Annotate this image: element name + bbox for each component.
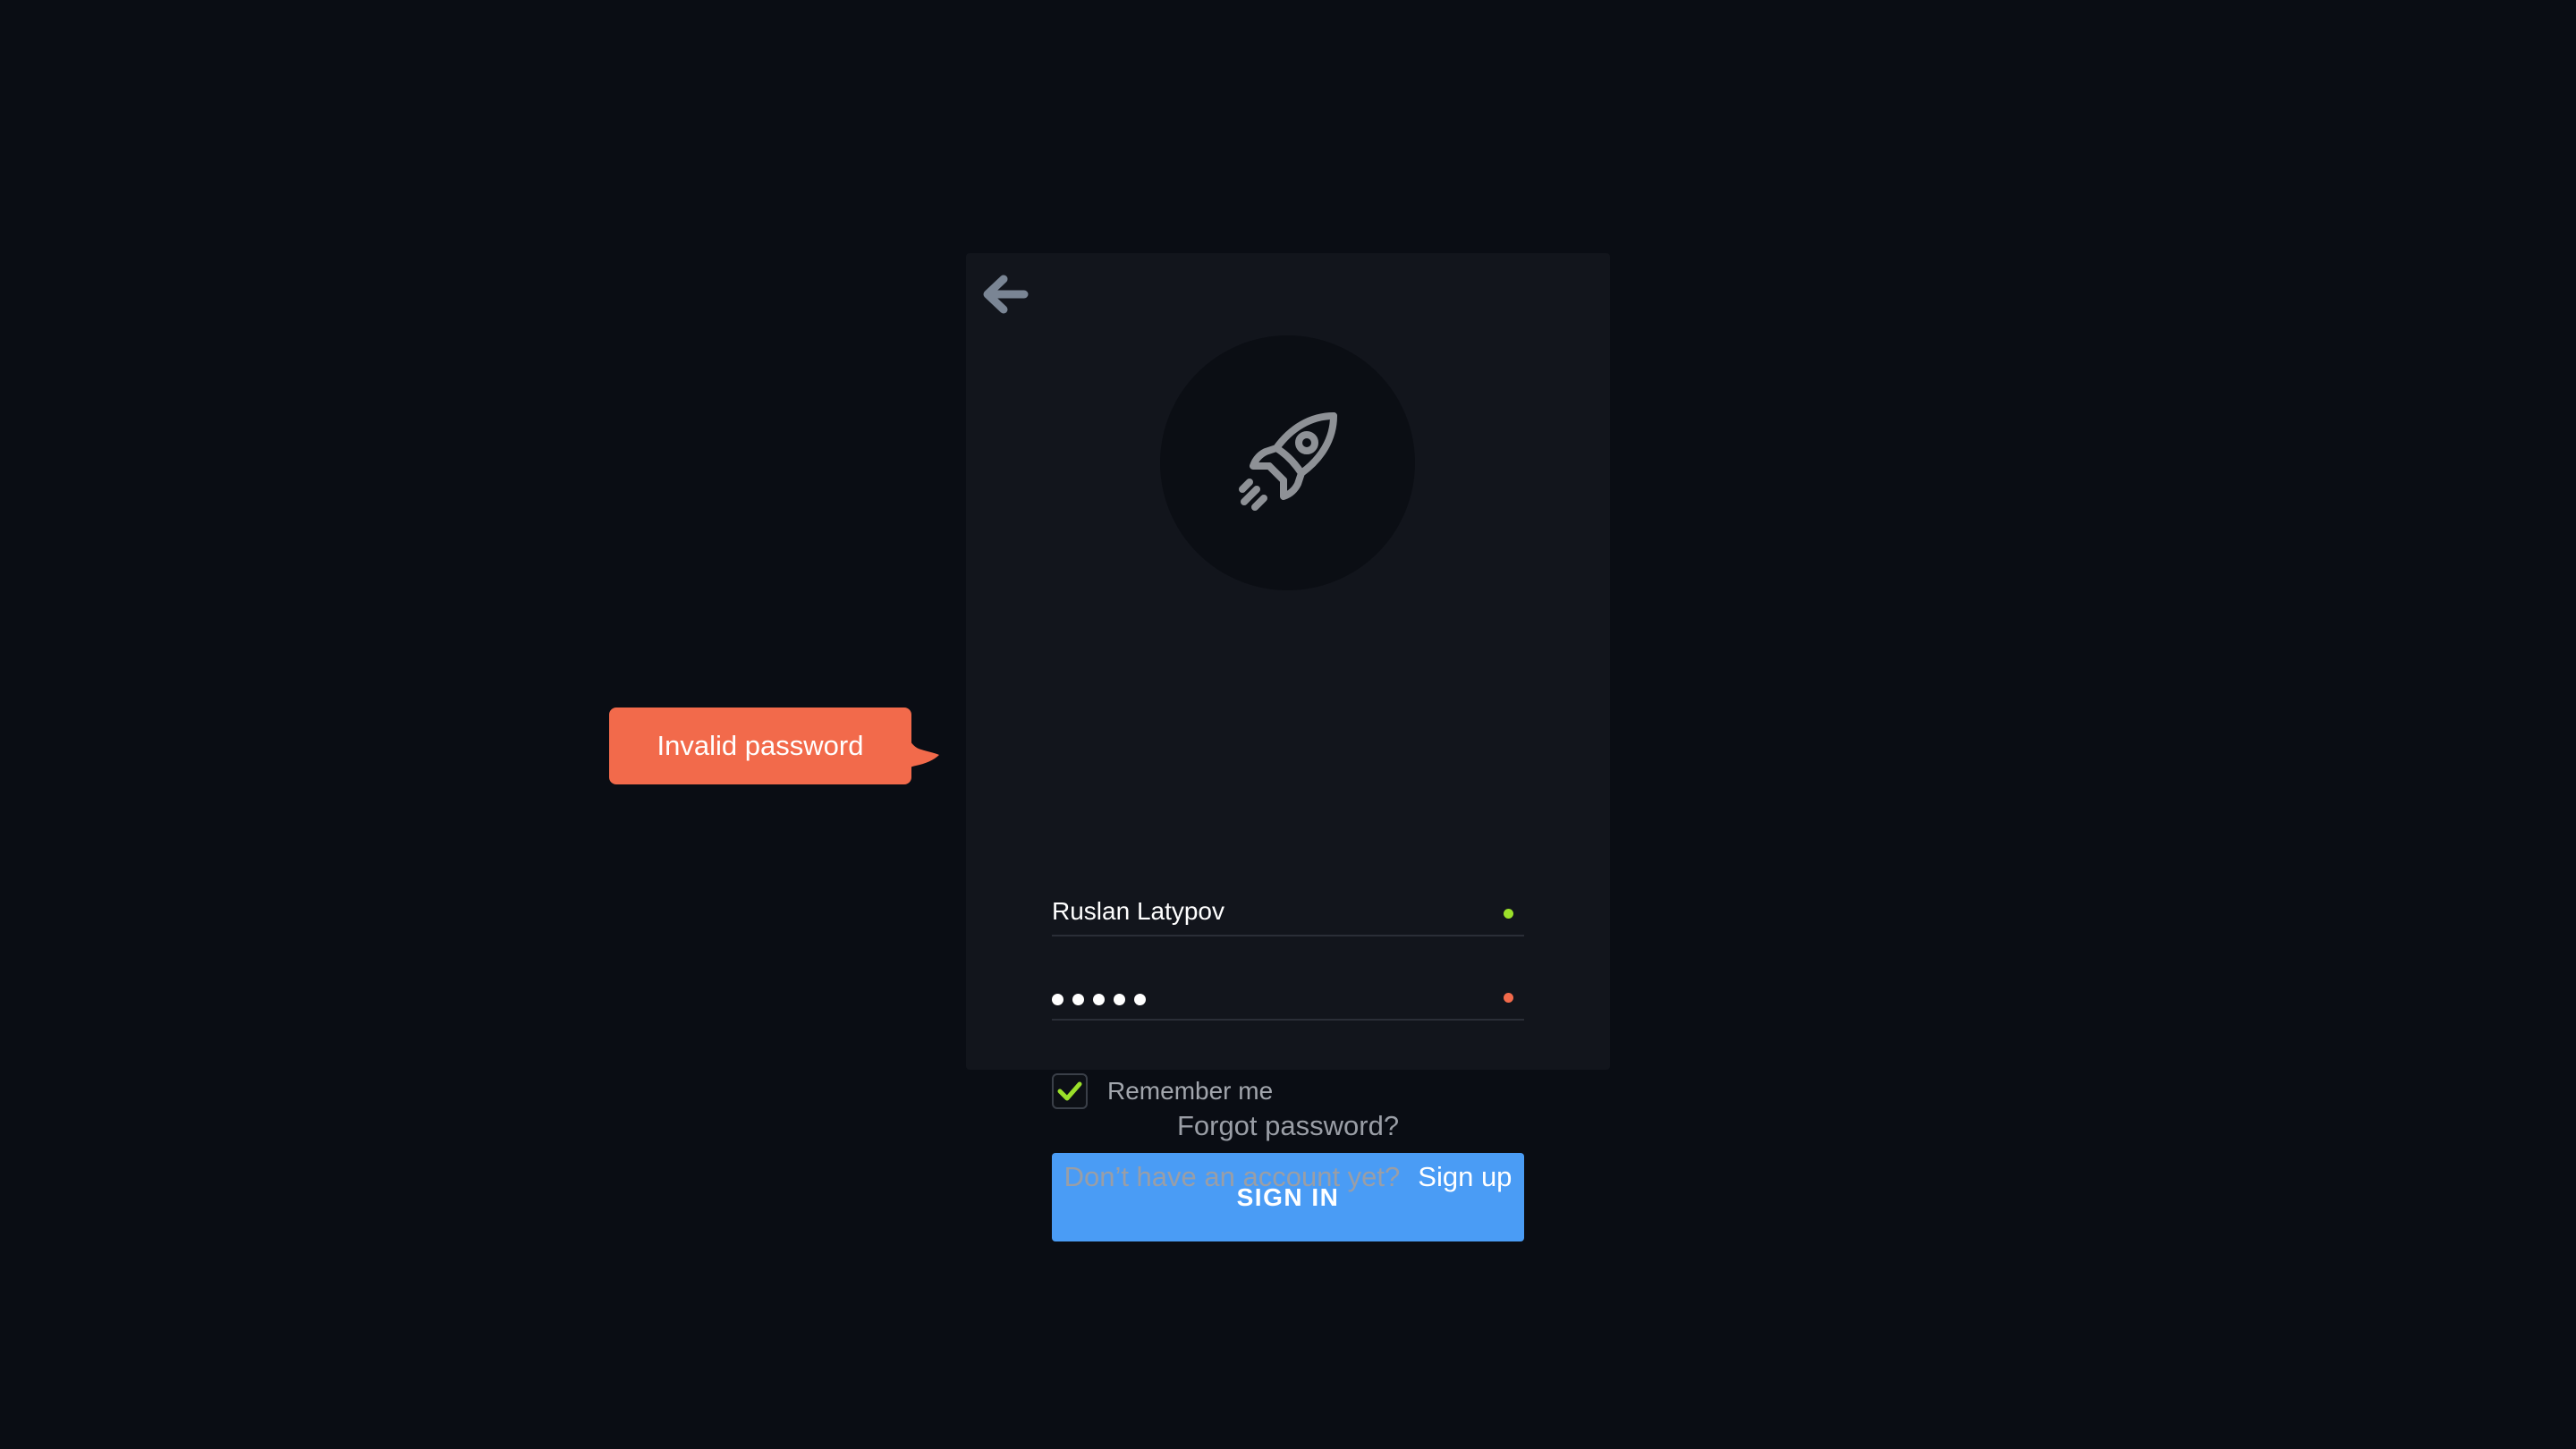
back-button[interactable] <box>979 267 1032 321</box>
checkbox-box[interactable] <box>1052 1073 1088 1109</box>
password-dot <box>1114 994 1125 1005</box>
error-tooltip-text: Invalid password <box>657 730 864 761</box>
password-dot <box>1072 994 1084 1005</box>
password-dot <box>1052 994 1063 1005</box>
password-status-dot <box>1504 993 1513 1003</box>
error-tooltip: Invalid password <box>609 708 911 784</box>
remember-me-checkbox[interactable]: Remember me <box>1052 1073 1273 1109</box>
checkmark-icon <box>1057 1081 1082 1101</box>
login-page: Ruslan Latypov Remember me SIGN IN Inval… <box>0 0 2576 1449</box>
username-status-dot <box>1504 909 1513 919</box>
password-dot <box>1093 994 1105 1005</box>
arrow-left-icon <box>983 275 1029 314</box>
rocket-icon <box>1238 411 1337 511</box>
tooltip-pointer <box>900 735 939 769</box>
login-card: Ruslan Latypov Remember me SIGN IN <box>966 253 1610 1241</box>
remember-me-label: Remember me <box>1107 1077 1274 1105</box>
signup-row: Don’t have an account yet? Sign up <box>0 1161 2576 1193</box>
forgot-password-link[interactable]: Forgot password? <box>1177 1110 1399 1141</box>
username-value: Ruslan Latypov <box>1052 897 1225 925</box>
no-account-text: Don’t have an account yet? <box>1063 1161 1401 1192</box>
avatar <box>1160 335 1415 590</box>
sign-up-link[interactable]: Sign up <box>1418 1161 1512 1192</box>
password-field[interactable] <box>1052 962 1524 1021</box>
password-dot <box>1134 994 1146 1005</box>
password-masked-value <box>1052 994 1146 1005</box>
username-field[interactable]: Ruslan Latypov <box>1052 877 1524 936</box>
forgot-password-row: Forgot password? <box>0 1110 2576 1142</box>
